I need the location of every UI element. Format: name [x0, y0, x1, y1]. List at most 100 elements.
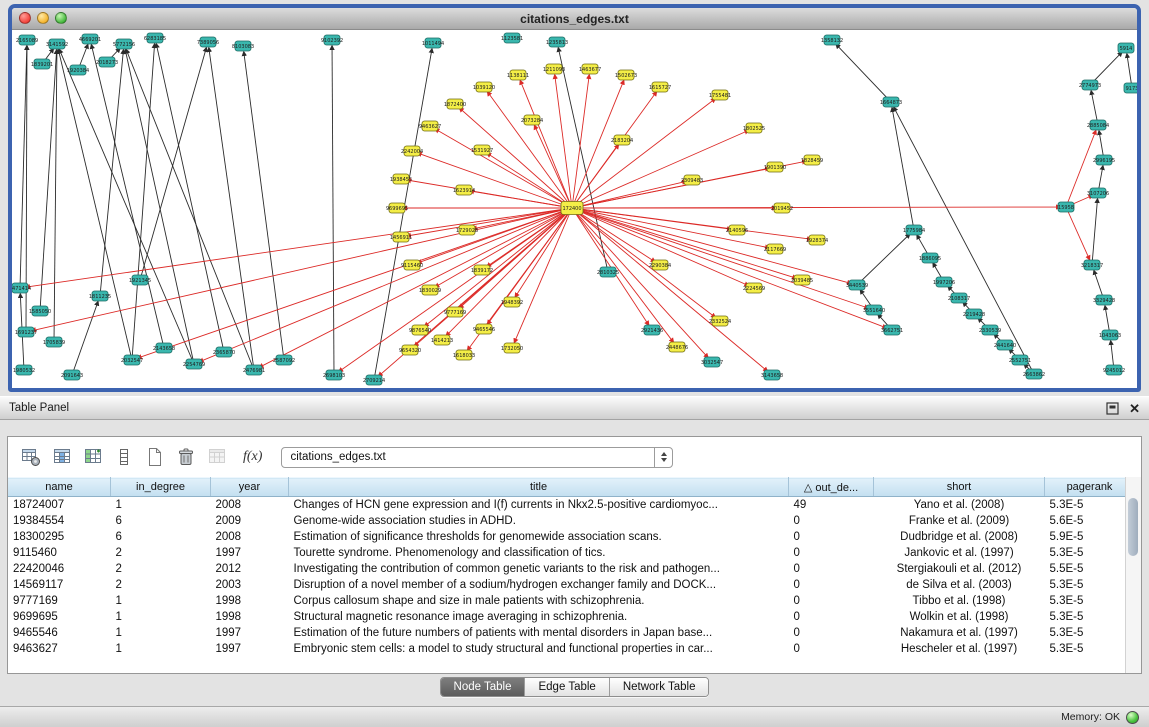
table-row[interactable]: 1938455462009Genome-wide association stu… — [8, 513, 1135, 529]
graph-edge[interactable] — [420, 154, 572, 208]
row-height-button[interactable] — [113, 446, 135, 468]
table-row[interactable]: 2242004622012Investigating the contribut… — [8, 561, 1135, 577]
cell-pagerank[interactable]: 5.3E-5 — [1045, 641, 1135, 657]
cell-out_degree[interactable]: 0 — [789, 625, 874, 641]
window-titlebar[interactable]: citations_edges.txt — [12, 8, 1137, 30]
cell-pagerank[interactable]: 5.3E-5 — [1045, 497, 1135, 514]
cell-short[interactable]: Stergiakouli et al. (2012) — [874, 561, 1045, 577]
cell-title[interactable]: Estimation of significance thresholds fo… — [289, 529, 789, 545]
import-table-button[interactable] — [206, 446, 228, 468]
network-canvas[interactable]: 1724009465546977716918300299115460145691… — [12, 30, 1137, 392]
graph-edge[interactable] — [127, 52, 254, 370]
cell-short[interactable]: de Silva et al. (2003) — [874, 577, 1045, 593]
cell-year[interactable]: 2008 — [211, 529, 289, 545]
cell-year[interactable]: 1998 — [211, 593, 289, 609]
cell-name[interactable]: 19384554 — [8, 513, 111, 529]
cell-out_degree[interactable]: 0 — [789, 593, 874, 609]
cell-in_degree[interactable]: 6 — [111, 529, 211, 545]
cell-out_degree[interactable]: 0 — [789, 529, 874, 545]
cell-title[interactable]: Estimation of the future numbers of pati… — [289, 625, 789, 641]
graph-edge[interactable] — [1066, 207, 1088, 257]
table-row[interactable]: 969969511998Structural magnetic resonanc… — [8, 609, 1135, 625]
cell-out_degree[interactable]: 0 — [789, 561, 874, 577]
graph-edge[interactable] — [54, 53, 57, 342]
network-svg[interactable]: 1724009465546977716918300299115460145691… — [12, 30, 1137, 392]
cell-short[interactable]: Franke et al. (2009) — [874, 513, 1045, 529]
float-panel-button[interactable] — [1106, 402, 1119, 415]
cell-in_degree[interactable]: 1 — [111, 497, 211, 514]
table-row[interactable]: 911546021997Tourette syndrome. Phenomeno… — [8, 545, 1135, 561]
cell-name[interactable]: 9465546 — [8, 625, 111, 641]
graph-edge[interactable] — [59, 53, 132, 360]
create-column-button[interactable] — [82, 446, 104, 468]
graph-edge[interactable] — [1092, 202, 1097, 265]
window-zoom-button[interactable] — [55, 12, 67, 24]
cell-short[interactable]: Dudbridge et al. (2008) — [874, 529, 1045, 545]
graph-edge[interactable] — [838, 47, 891, 102]
column-header-name[interactable]: name — [8, 478, 111, 497]
graph-edge[interactable] — [572, 208, 884, 327]
cell-pagerank[interactable]: 5.3E-5 — [1045, 593, 1135, 609]
cell-year[interactable]: 1997 — [211, 545, 289, 561]
cell-name[interactable]: 9463627 — [8, 641, 111, 657]
cell-short[interactable]: Jankovic et al. (1997) — [874, 545, 1045, 561]
cell-short[interactable]: Yano et al. (2008) — [874, 497, 1045, 514]
cell-year[interactable]: 2008 — [211, 497, 289, 514]
cell-title[interactable]: Disruption of a novel member of a sodium… — [289, 577, 789, 593]
function-builder-button[interactable]: f(x) — [243, 449, 262, 465]
cell-in_degree[interactable]: 6 — [111, 513, 211, 529]
cell-name[interactable]: 9777169 — [8, 593, 111, 609]
cell-pagerank[interactable]: 5.3E-5 — [1045, 625, 1135, 641]
table-row[interactable]: 946362711997Embryonic stem cells: a mode… — [8, 641, 1135, 657]
cell-title[interactable]: Genome-wide association studies in ADHD. — [289, 513, 789, 529]
close-panel-button[interactable]: ✕ — [1129, 402, 1140, 415]
cell-name[interactable]: 9699695 — [8, 609, 111, 625]
cell-pagerank[interactable]: 5.9E-5 — [1045, 529, 1135, 545]
column-header-pagerank[interactable]: pagerank — [1045, 478, 1135, 497]
graph-edge[interactable] — [126, 53, 194, 364]
cell-out_degree[interactable]: 0 — [789, 577, 874, 593]
graph-edge[interactable] — [572, 207, 1057, 208]
cell-in_degree[interactable]: 2 — [111, 577, 211, 593]
table-row[interactable]: 977716911998Corpus callosum shape and si… — [8, 593, 1135, 609]
cell-out_degree[interactable]: 0 — [789, 641, 874, 657]
cell-pagerank[interactable]: 5.3E-5 — [1045, 609, 1135, 625]
window-close-button[interactable] — [19, 12, 31, 24]
graph-edge[interactable] — [141, 208, 572, 357]
table-row[interactable]: 1872400712008Changes of HCN gene express… — [8, 497, 1135, 514]
cell-pagerank[interactable]: 5.6E-5 — [1045, 513, 1135, 529]
cell-name[interactable]: 9115460 — [8, 545, 111, 561]
cell-name[interactable]: 22420046 — [8, 561, 111, 577]
cell-title[interactable]: Investigating the contribution of common… — [289, 561, 789, 577]
graph-edge[interactable] — [29, 208, 572, 287]
graph-edge[interactable] — [100, 53, 123, 296]
cell-pagerank[interactable]: 5.3E-5 — [1045, 545, 1135, 561]
graph-edge[interactable] — [332, 49, 334, 375]
cell-out_degree[interactable]: 0 — [789, 545, 874, 561]
cell-year[interactable]: 2012 — [211, 561, 289, 577]
cell-in_degree[interactable]: 1 — [111, 625, 211, 641]
cell-out_degree[interactable]: 0 — [789, 513, 874, 529]
graph-edge[interactable] — [61, 52, 194, 364]
cell-in_degree[interactable]: 2 — [111, 545, 211, 561]
table-options-button[interactable] — [20, 446, 42, 468]
graph-edge[interactable] — [857, 236, 908, 285]
cell-in_degree[interactable]: 2 — [111, 561, 211, 577]
column-header-out_degree[interactable]: △ out_de... — [789, 478, 874, 497]
cell-in_degree[interactable]: 1 — [111, 593, 211, 609]
column-header-short[interactable]: short — [874, 478, 1045, 497]
graph-edge[interactable] — [20, 49, 27, 288]
cell-title[interactable]: Structural magnetic resonance image aver… — [289, 609, 789, 625]
cell-short[interactable]: Hescheler et al. (1997) — [874, 641, 1045, 657]
memory-indicator-icon[interactable] — [1126, 711, 1139, 724]
cell-short[interactable]: Wolkin et al. (1998) — [874, 609, 1045, 625]
cell-year[interactable]: 2003 — [211, 577, 289, 593]
column-header-title[interactable]: title — [289, 478, 789, 497]
cell-in_degree[interactable]: 1 — [111, 609, 211, 625]
cell-in_degree[interactable]: 1 — [111, 641, 211, 657]
graph-edge[interactable] — [572, 208, 672, 340]
graph-edge[interactable] — [895, 110, 1034, 374]
window-minimize-button[interactable] — [37, 12, 49, 24]
graph-edge[interactable] — [893, 111, 914, 230]
cell-out_degree[interactable]: 0 — [789, 609, 874, 625]
